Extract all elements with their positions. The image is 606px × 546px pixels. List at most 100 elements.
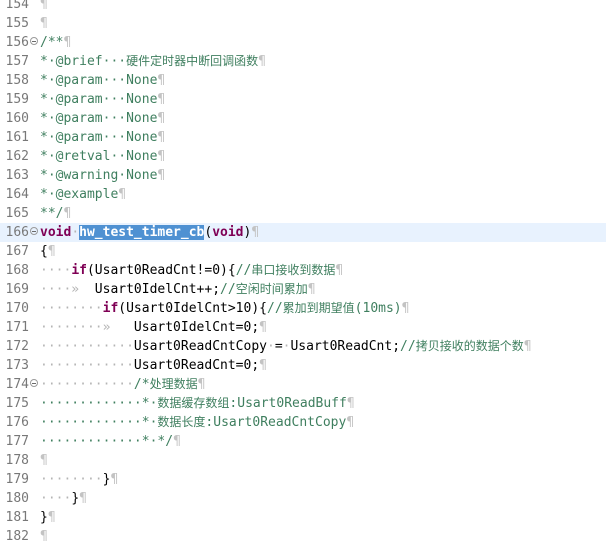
whitespace-marker: ········ bbox=[40, 472, 103, 487]
code-line[interactable]: 170 ········if(Usart0IdelCnt>10){//累加到期望值… bbox=[0, 299, 606, 318]
code-text[interactable]: ¶ bbox=[40, 451, 48, 470]
code-line[interactable]: 165 **/¶ bbox=[0, 204, 606, 223]
line-number: 177 bbox=[5, 434, 29, 449]
comment-token: 数据缓存数组 bbox=[157, 396, 230, 410]
code-line[interactable]: 167 {¶ bbox=[0, 242, 606, 261]
comment-token: (10ms) bbox=[354, 301, 402, 316]
line-number: 171 bbox=[5, 320, 29, 335]
comment-token: :Usart0ReadCntCopy bbox=[205, 415, 347, 430]
comment-token: *·@param···None bbox=[40, 111, 158, 126]
line-number: 180 bbox=[5, 491, 29, 506]
code-text[interactable]: *·@warning·None¶ bbox=[40, 166, 165, 185]
code-line[interactable]: 159 *·@param···None¶ bbox=[0, 90, 606, 109]
code-text[interactable]: }¶ bbox=[40, 508, 56, 527]
pilcrow-marker: ¶ bbox=[79, 491, 87, 506]
fold-toggle-icon[interactable] bbox=[30, 227, 38, 235]
pilcrow-marker: ¶ bbox=[157, 168, 166, 183]
comment-token: *·@param···None bbox=[40, 92, 158, 107]
keyword-token: if bbox=[102, 301, 119, 316]
code-text[interactable]: *·@retval··None¶ bbox=[40, 147, 165, 166]
code-line[interactable]: 154 ¶ bbox=[0, 0, 606, 14]
code-line[interactable]: 179 ········}¶ bbox=[0, 470, 606, 489]
line-number: 154 bbox=[5, 0, 29, 12]
code-line[interactable]: 155 ¶ bbox=[0, 14, 606, 33]
line-number: 162 bbox=[5, 149, 29, 164]
whitespace-marker: ········ bbox=[40, 301, 103, 316]
code-text[interactable]: *·@param···None¶ bbox=[40, 128, 165, 147]
code-text[interactable]: ····» Usart0IdelCnt++;//空闲时间累加¶ bbox=[40, 280, 316, 299]
line-number: 172 bbox=[5, 339, 29, 354]
pilcrow-marker: ¶ bbox=[157, 73, 166, 88]
code-line[interactable]: 163 *·@warning·None¶ bbox=[0, 166, 606, 185]
code-text[interactable]: ········}¶ bbox=[40, 470, 118, 489]
code-text[interactable]: *·@brief···硬件定时器中断回调函数¶ bbox=[40, 52, 266, 71]
fold-toggle-icon[interactable] bbox=[30, 37, 38, 45]
code-line[interactable]: 177 ·············*·*/¶ bbox=[0, 432, 606, 451]
code-line[interactable]: 162 *·@retval··None¶ bbox=[0, 147, 606, 166]
line-number: 175 bbox=[5, 396, 29, 411]
code-line[interactable]: 156 /**¶ bbox=[0, 33, 606, 52]
code-line[interactable]: 180 ····}¶ bbox=[0, 489, 606, 508]
whitespace-marker: ····» bbox=[40, 282, 95, 297]
code-line[interactable]: 166 void·hw_test_timer_cb(void)¶ bbox=[0, 223, 606, 242]
code-line[interactable]: 157 *·@brief···硬件定时器中断回调函数¶ bbox=[0, 52, 606, 71]
code-line[interactable]: 168 ····if(Usart0ReadCnt!=0){//串口接收到数据¶ bbox=[0, 261, 606, 280]
code-line[interactable]: 173 ············Usart0ReadCnt=0;¶ bbox=[0, 356, 606, 375]
code-line[interactable]: 158 *·@param···None¶ bbox=[0, 71, 606, 90]
code-text[interactable]: {¶ bbox=[40, 242, 56, 261]
pilcrow-marker: ¶ bbox=[197, 377, 206, 392]
code-text[interactable]: ············Usart0ReadCnt=0;¶ bbox=[40, 356, 267, 375]
line-number: 163 bbox=[5, 168, 29, 183]
code-text[interactable]: *·@param···None¶ bbox=[40, 71, 165, 90]
code-text[interactable]: ·············*·*/¶ bbox=[40, 432, 181, 451]
code-text[interactable]: *·@param···None¶ bbox=[40, 109, 165, 128]
line-number: 166 bbox=[5, 225, 29, 240]
code-text[interactable]: ¶ bbox=[40, 527, 48, 546]
comment-token: // bbox=[220, 282, 236, 297]
code-text[interactable]: ········if(Usart0IdelCnt>10){//累加到期望值(10… bbox=[40, 299, 409, 318]
code-line[interactable]: 169 ····» Usart0IdelCnt++;//空闲时间累加¶ bbox=[0, 280, 606, 299]
comment-token: 处理数据 bbox=[149, 377, 198, 391]
code-text[interactable]: ············/*处理数据¶ bbox=[40, 375, 205, 394]
comment-token: *·@param···None bbox=[40, 73, 158, 88]
comment-token: /** bbox=[40, 35, 64, 50]
code-line[interactable]: 172 ············Usart0ReadCntCopy·=·Usart… bbox=[0, 337, 606, 356]
code-text[interactable]: ····if(Usart0ReadCnt!=0){//串口接收到数据¶ bbox=[40, 261, 343, 280]
code-text[interactable]: ············Usart0ReadCntCopy·=·Usart0Re… bbox=[40, 337, 532, 356]
whitespace-marker: ···· bbox=[40, 491, 72, 506]
code-editor[interactable]: 154 ¶ 155 ¶ 156/**¶ 157 *·@brief···硬件定时器中断回调函数… bbox=[0, 0, 606, 545]
pilcrow-marker: ¶ bbox=[251, 225, 260, 240]
code-token: } bbox=[40, 510, 48, 525]
code-line[interactable]: 182 ¶ bbox=[0, 527, 606, 546]
code-line[interactable]: 181}¶ bbox=[0, 508, 606, 527]
selected-function-name: hw_test_timer_cb bbox=[79, 225, 205, 240]
pilcrow-marker: ¶ bbox=[40, 453, 48, 468]
fold-toggle-icon[interactable] bbox=[30, 379, 38, 387]
code-line[interactable]: 174 ············/*处理数据¶ bbox=[0, 375, 606, 394]
code-text[interactable]: void·hw_test_timer_cb(void)¶ bbox=[40, 223, 259, 242]
code-text[interactable]: **/¶ bbox=[40, 204, 71, 223]
code-token: (Usart0ReadCnt!=0){ bbox=[86, 263, 236, 278]
pilcrow-marker: ¶ bbox=[259, 358, 267, 373]
comment-token: /* bbox=[133, 377, 150, 392]
code-text[interactable]: ·············*·数据长度:Usart0ReadCntCopy¶ bbox=[40, 413, 354, 432]
code-line[interactable]: 171 ········» Usart0IdelCnt=0;¶ bbox=[0, 318, 606, 337]
code-text[interactable]: *·@param···None¶ bbox=[40, 90, 165, 109]
pilcrow-marker: ¶ bbox=[307, 282, 316, 297]
code-line[interactable]: 160 *·@param···None¶ bbox=[0, 109, 606, 128]
line-number: 178 bbox=[5, 453, 29, 468]
code-line[interactable]: 176 ·············*·数据长度:Usart0ReadCntCopy… bbox=[0, 413, 606, 432]
code-line[interactable]: 175 ·············*·数据缓存数组:Usart0ReadBuff¶ bbox=[0, 394, 606, 413]
code-text[interactable]: *·@example¶ bbox=[40, 185, 126, 204]
code-line[interactable]: 161 *·@param···None¶ bbox=[0, 128, 606, 147]
code-text[interactable]: ········» Usart0IdelCnt=0;¶ bbox=[40, 318, 267, 337]
code-line[interactable]: 178 ¶ bbox=[0, 451, 606, 470]
code-text[interactable]: ·············*·数据缓存数组:Usart0ReadBuff¶ bbox=[40, 394, 355, 413]
code-text[interactable]: /**¶ bbox=[40, 33, 71, 52]
code-text[interactable]: ····}¶ bbox=[40, 489, 87, 508]
pilcrow-marker: ¶ bbox=[346, 415, 355, 430]
keyword-token: void bbox=[212, 225, 244, 240]
code-text[interactable]: ¶ bbox=[40, 0, 48, 14]
code-line[interactable]: 164 *·@example¶ bbox=[0, 185, 606, 204]
code-text[interactable]: ¶ bbox=[40, 14, 48, 33]
